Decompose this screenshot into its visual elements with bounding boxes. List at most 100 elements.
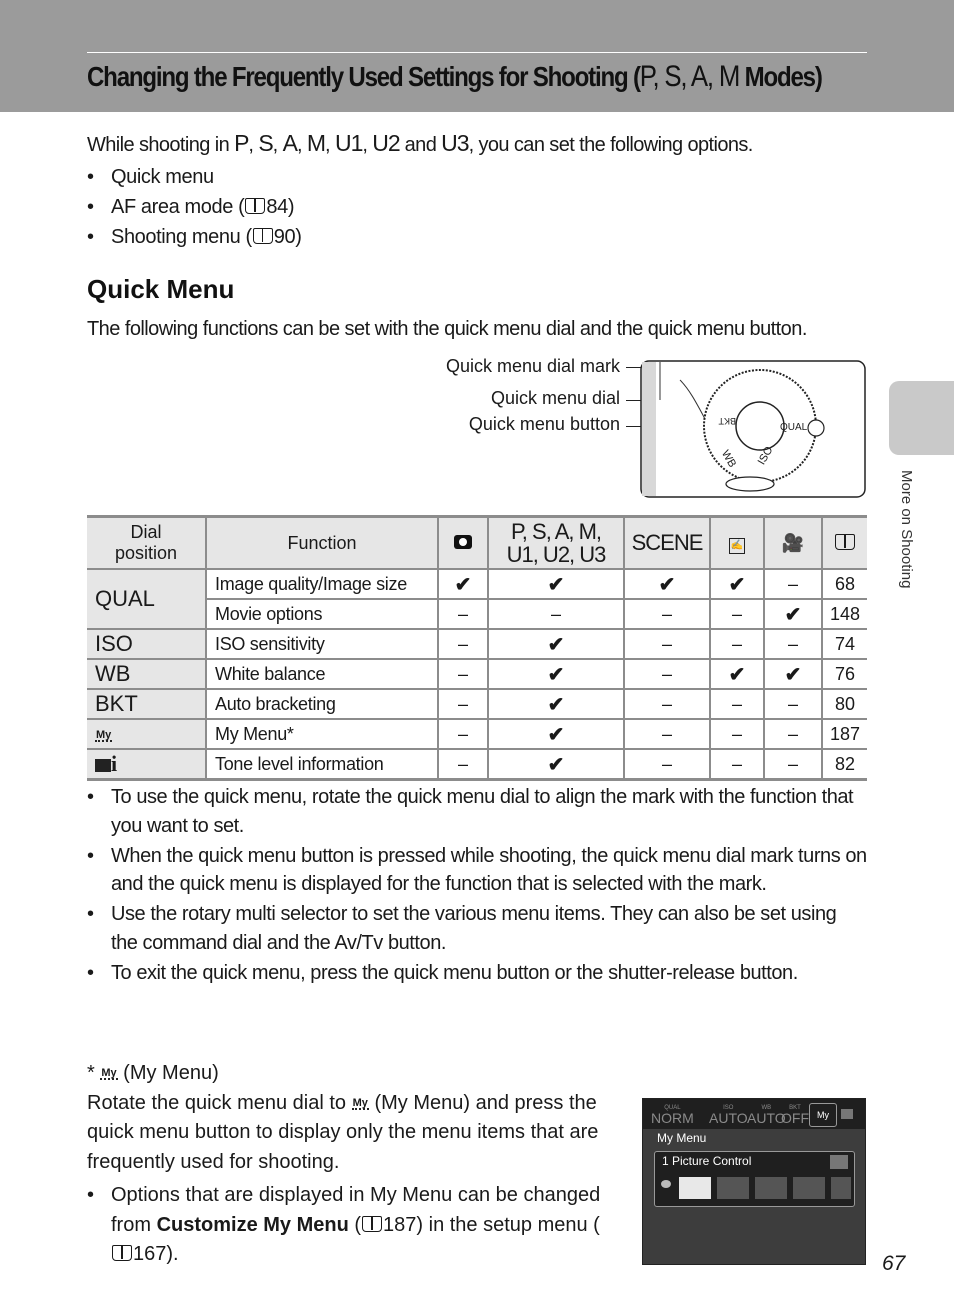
my-menu-footnote: * My (My Menu) Rotate the quick menu dia… xyxy=(87,1059,607,1270)
movie-icon: 🎥 xyxy=(781,532,805,553)
table-row: WB White balance – ✔ – ✔ ✔ 76 xyxy=(87,658,867,690)
cell-movie: – xyxy=(763,718,823,750)
dial-label-bkt: BKT xyxy=(718,416,736,426)
screen-menu-label: My Menu xyxy=(657,1131,707,1145)
function-cell: Movie options xyxy=(206,598,439,630)
cell-page-ref[interactable]: 74 xyxy=(821,628,867,660)
cell-page-ref[interactable]: 187 xyxy=(821,718,867,750)
cell-psam: ✔ xyxy=(487,748,625,781)
list-item: When the quick menu button is pressed wh… xyxy=(87,842,867,899)
dial-label-qual: QUAL xyxy=(780,422,808,433)
cell-page-ref[interactable]: 76 xyxy=(821,658,867,690)
chapter-side-tab[interactable] xyxy=(889,381,954,455)
picture-control-item: 1 Picture Control xyxy=(662,1154,752,1168)
dial-my-menu: My xyxy=(87,718,207,750)
col-page-ref xyxy=(821,515,867,570)
customize-my-menu-term: Customize My Menu xyxy=(156,1213,349,1236)
cell-psam: – xyxy=(487,598,625,630)
cell-art: – xyxy=(709,688,765,720)
cell-scene: – xyxy=(623,688,711,720)
cell-auto: – xyxy=(437,718,489,750)
cell-page-ref[interactable]: 68 xyxy=(821,568,867,600)
histogram-icon xyxy=(95,759,111,772)
camera-edge xyxy=(642,362,656,496)
screen-status-bar: QUAL NORM ISO AUTO WB AUTO BKT OFF My xyxy=(643,1099,865,1129)
callout-dial-mark: Quick menu dial mark xyxy=(445,356,620,376)
dial-tone-level: i xyxy=(87,748,207,781)
cell-movie: ✔ xyxy=(763,658,823,690)
cell-page-ref[interactable]: 148 xyxy=(821,598,867,630)
col-scene: SCENE xyxy=(623,515,711,570)
footnote-list: Options that are displayed in My Menu ca… xyxy=(87,1181,607,1270)
book-icon xyxy=(112,1245,132,1261)
cell-psam: ✔ xyxy=(487,718,625,750)
cell-movie: – xyxy=(763,628,823,660)
art-effects-icon: ✍ xyxy=(729,538,745,554)
col-movie: 🎥 xyxy=(763,515,823,570)
table-header-row: Dial position Function P, S, A, M, U1, U2,… xyxy=(87,515,867,570)
screen-tile xyxy=(793,1177,825,1199)
cell-movie: ✔ xyxy=(763,598,823,630)
page-title: Changing the Frequently Used Settings fo… xyxy=(87,60,823,93)
footnote-title: * My (My Menu) xyxy=(87,1062,219,1084)
cell-scene: – xyxy=(623,658,711,690)
cell-scene: – xyxy=(623,718,711,750)
chapter-label: More on Shooting xyxy=(898,470,915,589)
camera-screen-preview: QUAL NORM ISO AUTO WB AUTO BKT OFF My My Men… xyxy=(642,1098,866,1265)
list-item: To exit the quick menu, press the quick … xyxy=(87,959,867,988)
picture-control-icon xyxy=(830,1155,848,1169)
status-wb: WB AUTO xyxy=(747,1105,786,1126)
list-item: To use the quick menu, rotate the quick … xyxy=(87,783,867,840)
cell-scene: – xyxy=(623,748,711,781)
screen-tile xyxy=(679,1177,711,1199)
book-icon xyxy=(362,1215,383,1232)
col-art-effects: ✍ xyxy=(709,515,765,570)
header-rule xyxy=(87,52,867,53)
page-ref-link[interactable]: 187 xyxy=(383,1214,416,1236)
cell-psam: ✔ xyxy=(487,688,625,720)
status-qual: QUAL NORM xyxy=(651,1105,694,1126)
screen-tile xyxy=(755,1177,787,1199)
book-icon xyxy=(245,198,266,214)
function-cell: Image quality/Image size xyxy=(205,568,439,600)
histogram-icon xyxy=(841,1109,853,1119)
cell-scene: ✔ xyxy=(623,568,711,600)
book-icon xyxy=(835,533,855,550)
cell-page-ref[interactable]: 82 xyxy=(821,748,867,781)
screen-tile xyxy=(831,1177,851,1199)
table-row: BKT Auto bracketing – ✔ – – – 80 xyxy=(87,688,867,720)
command-dial-icon xyxy=(661,1180,671,1188)
cell-art: – xyxy=(709,718,765,750)
page-ref-link[interactable]: 90 xyxy=(274,226,296,248)
cell-page-ref[interactable]: 80 xyxy=(821,688,867,720)
table-row: My My Menu* – ✔ – – – 187 xyxy=(87,718,867,750)
list-item: Shooting menu (90) xyxy=(87,222,302,252)
my-menu-icon: My xyxy=(351,1096,369,1110)
quick-menu-table: Dial position Function P, S, A, M, U1, U2,… xyxy=(87,515,867,781)
quick-menu-button[interactable] xyxy=(735,401,785,451)
list-item: Options that are displayed in My Menu ca… xyxy=(87,1181,607,1270)
page-ref-link[interactable]: 167 xyxy=(133,1243,166,1265)
cell-scene: – xyxy=(623,598,711,630)
cell-art: ✔ xyxy=(709,568,765,600)
info-icon: i xyxy=(111,751,118,776)
cell-art: – xyxy=(709,628,765,660)
my-menu-icon: My xyxy=(100,1067,118,1080)
page-ref-link[interactable]: 84 xyxy=(266,196,288,218)
dial-iso: ISO xyxy=(87,628,207,660)
cell-auto: ✔ xyxy=(437,568,489,600)
dial-qual: QUAL xyxy=(87,568,207,630)
function-cell: ISO sensitivity xyxy=(205,628,439,660)
status-bkt: BKT OFF xyxy=(781,1105,809,1126)
status-iso: ISO AUTO xyxy=(709,1105,748,1126)
dial-bkt: BKT xyxy=(87,688,207,720)
function-cell: My Menu* xyxy=(205,718,439,750)
col-auto-mode xyxy=(437,515,489,570)
camera-dial-diagram: QUAL ISO WB BKT xyxy=(640,360,866,498)
callout-dial: Quick menu dial xyxy=(490,388,620,408)
footnote-paragraph: Rotate the quick menu dial to My (My Men… xyxy=(87,1091,599,1173)
cell-movie: – xyxy=(763,568,823,600)
cell-auto: – xyxy=(437,748,489,781)
options-list: Quick menu AF area mode (84) Shooting me… xyxy=(87,162,302,252)
section-title: Quick Menu xyxy=(87,274,235,304)
